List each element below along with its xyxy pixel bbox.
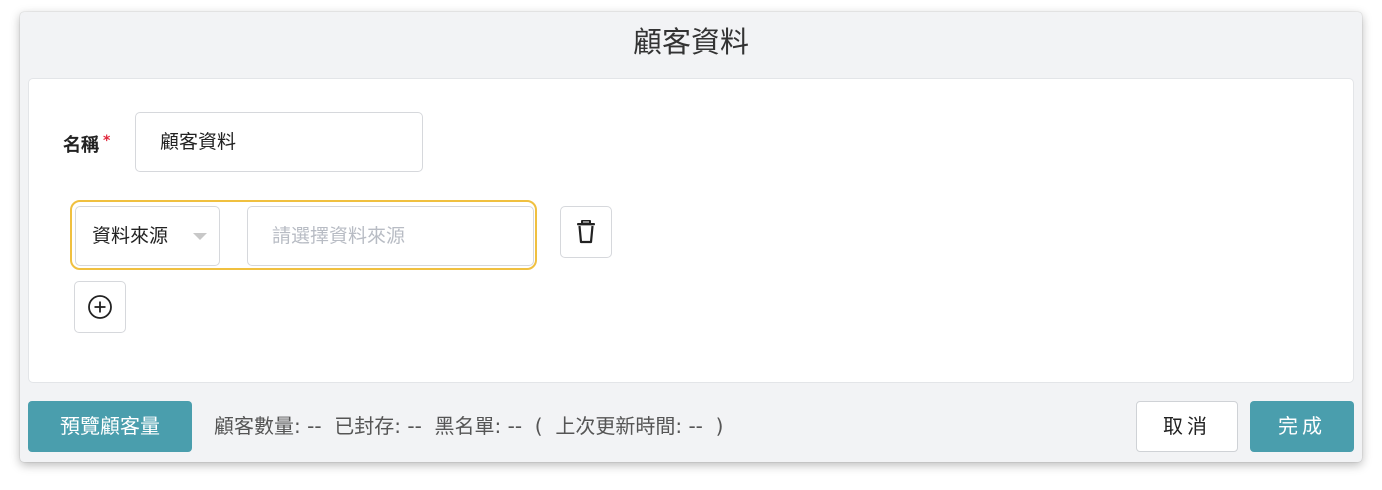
form-panel: 名稱 * 顧客資料 資料來源 請選擇資料來源: [28, 78, 1354, 383]
data-source-input[interactable]: 請選擇資料來源: [247, 206, 534, 266]
chevron-down-icon: [193, 233, 207, 240]
data-source-row: 資料來源 請選擇資料來源: [70, 200, 537, 270]
last-update-label: 上次更新時間:: [555, 414, 683, 438]
trash-icon: [577, 220, 595, 244]
close-paren: ): [715, 414, 724, 438]
name-label: 名稱 *: [63, 131, 110, 157]
open-paren: (: [534, 414, 543, 438]
dialog-footer: 預覽顧客量 顧客數量: -- 已封存: -- 黑名單: -- ( 上次更新時間:…: [20, 399, 1362, 454]
name-input[interactable]: 顧客資料: [135, 112, 423, 172]
customer-stats: 顧客數量: -- 已封存: -- 黑名單: -- ( 上次更新時間: -- ): [214, 401, 723, 452]
delete-source-button[interactable]: [560, 206, 612, 258]
blacklist-value: --: [507, 414, 523, 438]
preview-customers-button[interactable]: 預覽顧客量: [28, 401, 192, 452]
customer-data-dialog: 顧客資料 名稱 * 顧客資料 資料來源 請選擇資料來源 預覽顧客量 顧客數量: …: [20, 12, 1362, 462]
data-source-select-value: 資料來源: [92, 225, 169, 247]
add-source-button[interactable]: [74, 281, 126, 333]
archived-label: 已封存:: [334, 414, 402, 438]
name-label-text: 名稱: [63, 135, 99, 156]
blacklist-label: 黑名單:: [434, 414, 502, 438]
customer-count-value: --: [307, 414, 322, 438]
done-button[interactable]: 完成: [1250, 401, 1354, 452]
last-update-value: --: [688, 414, 703, 438]
cancel-button[interactable]: 取消: [1136, 401, 1238, 452]
required-mark: *: [103, 133, 111, 149]
customer-count-label: 顧客數量:: [214, 414, 301, 438]
data-source-select[interactable]: 資料來源: [75, 206, 220, 266]
dialog-title: 顧客資料: [632, 25, 749, 59]
plus-circle-icon: [88, 295, 112, 319]
archived-value: --: [407, 414, 422, 438]
